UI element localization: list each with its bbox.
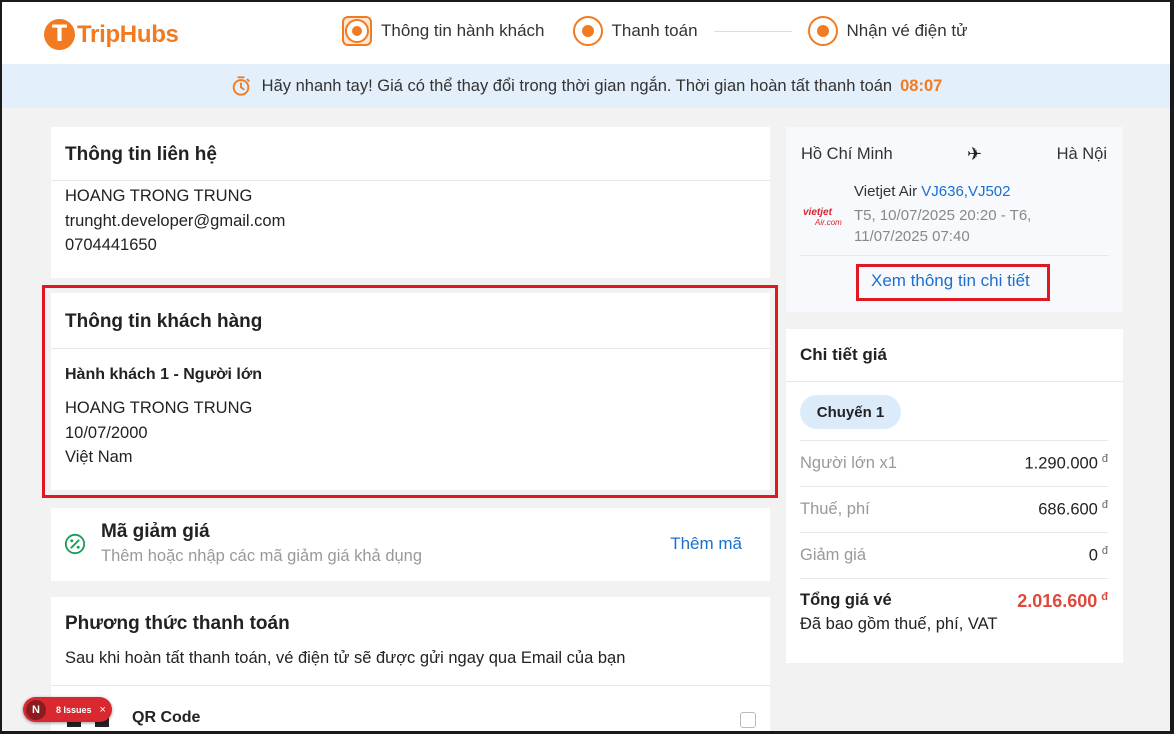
price-value-wrap: 1.290.000 đ <box>1024 453 1108 474</box>
step-connector <box>713 30 792 32</box>
step-active-icon <box>342 16 372 46</box>
step-payment[interactable]: Thanh toán <box>572 16 698 46</box>
passenger-nationality: Việt Nam <box>65 448 133 466</box>
passenger-dob: 10/07/2000 <box>65 423 148 442</box>
divider <box>51 180 770 181</box>
price-label: Người lớn x1 <box>800 454 897 472</box>
price-value-wrap: 686.600 đ <box>1038 499 1108 520</box>
payment-title: Phương thức thanh toán <box>65 613 290 634</box>
flight-summary-card: Hồ Chí Minh ✈ Hà Nội vietjet Air.com Vie… <box>786 127 1123 312</box>
qr-code-checkbox[interactable] <box>740 712 756 728</box>
airline-name: Vietjet Air <box>854 183 918 200</box>
logo[interactable]: T TripHubs <box>44 19 179 50</box>
logo-mark: T <box>44 19 75 50</box>
currency: đ <box>1101 499 1108 512</box>
close-icon[interactable]: × <box>100 704 106 716</box>
nextjs-icon: N <box>26 699 46 720</box>
divider <box>51 685 770 686</box>
vietjet-logo-icon: vietjet Air.com <box>803 207 842 227</box>
currency: đ <box>1101 545 1108 558</box>
step-label: Thông tin hành khách <box>381 21 545 40</box>
customer-info-card: Thông tin khách hàng Hành khách 1 - Ngườ… <box>51 293 770 490</box>
step-e-ticket[interactable]: Nhận vé điện tử <box>807 16 968 46</box>
airplane-icon: ✈ <box>967 144 983 164</box>
price-value-wrap: 0đ <box>1089 545 1108 566</box>
price-value: 686.600 <box>1038 500 1098 519</box>
price-row-discount: Giảm giá 0đ <box>800 532 1108 578</box>
price-details-card: Chi tiết giá Chuyến 1 Người lớn x1 1.290… <box>786 329 1123 663</box>
top-header: T TripHubs Thông tin hành khách Thanh to… <box>2 2 1170 64</box>
step-radio-icon <box>572 16 603 46</box>
price-row-adult: Người lớn x1 1.290.000 đ <box>800 440 1108 486</box>
customer-title: Thông tin khách hàng <box>65 311 263 332</box>
divider <box>51 348 770 349</box>
divider <box>786 381 1123 382</box>
flight-codes: VJ636,VJ502 <box>921 183 1011 200</box>
leg-chip[interactable]: Chuyến 1 <box>800 395 901 429</box>
view-details-link[interactable]: Xem thông tin chi tiết <box>871 271 1030 291</box>
origin-city: Hồ Chí Minh <box>801 145 893 163</box>
currency: đ <box>1101 453 1108 466</box>
contact-name: HOANG TRONG TRUNG <box>65 187 253 205</box>
svg-text:vietjet: vietjet <box>803 207 833 218</box>
payment-subtitle: Sau khi hoàn tất thanh toán, vé điện tử … <box>65 649 626 667</box>
step-radio-icon <box>807 16 838 46</box>
divider <box>800 578 1108 579</box>
step-label: Thanh toán <box>611 21 698 40</box>
step-passenger-info[interactable]: Thông tin hành khách <box>342 16 545 46</box>
urgency-banner: Hãy nhanh tay! Giá có thể thay đổi trong… <box>2 64 1170 108</box>
contact-title: Thông tin liên hệ <box>65 144 217 165</box>
timer-icon <box>232 76 250 96</box>
price-value: 1.290.000 <box>1024 454 1098 473</box>
contact-phone: 0704441650 <box>65 236 157 254</box>
airline-line: Vietjet Air VJ636,VJ502 <box>854 183 1011 200</box>
countdown-timer: 08:07 <box>900 76 943 95</box>
price-value: 0 <box>1088 546 1098 565</box>
flight-times: T5, 10/07/2025 20:20 - T6, 11/07/2025 07… <box>854 207 1032 245</box>
price-row-tax: Thuế, phí 686.600 đ <box>800 486 1108 532</box>
divider <box>800 255 1109 256</box>
payment-method-card: Phương thức thanh toán Sau khi hoàn tất … <box>51 597 770 734</box>
banner-message: Hãy nhanh tay! Giá có thể thay đổi trong… <box>261 76 893 95</box>
checkout-steps: Thông tin hành khách Thanh toán Nhận vé … <box>342 16 968 46</box>
discount-percent-icon <box>64 533 86 555</box>
qr-code-label[interactable]: QR Code <box>132 709 200 727</box>
add-code-button[interactable]: Thêm mã <box>670 534 742 554</box>
total-label: Tổng giá vé <box>800 591 892 609</box>
contact-email: trunght.developer@gmail.com <box>65 211 286 230</box>
price-title: Chi tiết giá <box>800 345 887 364</box>
currency: đ <box>1101 591 1108 603</box>
total-value-wrap: 2.016.600 đ <box>1017 591 1108 612</box>
dev-issues-badge[interactable]: N 8 Issues × <box>23 697 112 722</box>
step-label: Nhận vé điện tử <box>846 21 968 40</box>
total-value: 2.016.600 <box>1017 591 1098 611</box>
issues-count: 8 Issues <box>56 704 92 715</box>
destination-city: Hà Nội <box>1056 145 1107 163</box>
price-label: Giảm giá <box>800 546 867 564</box>
discount-subtitle: Thêm hoặc nhập các mã giảm giá khả dụng <box>101 547 423 565</box>
price-label: Thuế, phí <box>800 500 870 518</box>
passenger-name: HOANG TRONG TRUNG <box>65 399 253 417</box>
passenger-label: Hành khách 1 - Người lớn <box>65 366 263 383</box>
discount-title: Mã giảm giá <box>101 521 210 542</box>
logo-text: TripHubs <box>77 20 179 48</box>
contact-info-card: Thông tin liên hệ HOANG TRONG TRUNG trun… <box>51 127 770 278</box>
discount-card: Mã giảm giá Thêm hoặc nhập các mã giảm g… <box>51 508 770 581</box>
total-note: Đã bao gồm thuế, phí, VAT <box>800 615 998 633</box>
svg-text:Air.com: Air.com <box>814 218 842 227</box>
